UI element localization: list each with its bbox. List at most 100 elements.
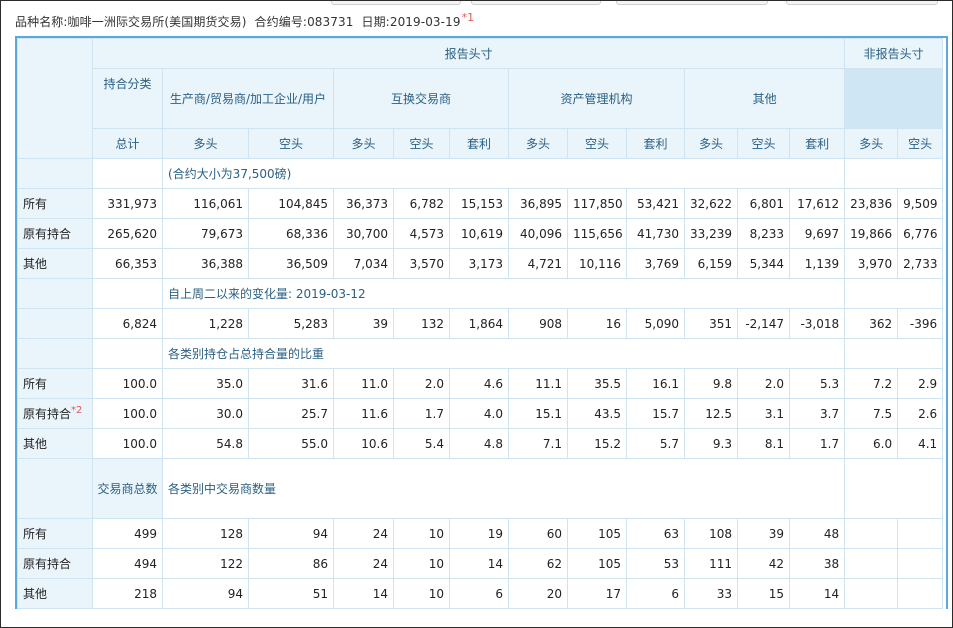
value-cell: 6,159 (684, 248, 738, 279)
value-cell: 100.0 (92, 368, 163, 399)
value-cell: 6,824 (92, 308, 163, 339)
value-cell: 265,620 (92, 218, 163, 249)
value-cell: 104,845 (248, 188, 334, 219)
value-cell: 7.1 (508, 428, 568, 459)
col-header-spread: 套利 (449, 128, 509, 159)
change-row: 6,824 1,228 5,283 39 132 1,864 908 16 5,090 351 -2… (17, 308, 944, 339)
value-cell: 62 (508, 548, 568, 579)
traders-row: 所有 499 128 94 24 10 19 60 105 63 108 39 48 (17, 518, 944, 549)
value-cell: 36,509 (248, 248, 334, 279)
row-label (17, 308, 93, 339)
value-cell: 32,622 (684, 188, 738, 219)
section-blank-right (844, 278, 944, 309)
value-cell: 1,139 (788, 248, 846, 279)
cot-table-wrapper: 报告头寸 非报告头寸 持合分类 生产商/贸易商/加工企业/用户 互换交易商 资产管理机构其… (15, 36, 948, 609)
value-cell: 4,721 (508, 248, 568, 279)
row-label-blank (17, 338, 93, 369)
value-cell: 9.8 (684, 368, 738, 399)
col-header-short: 空头 (248, 128, 334, 159)
section-blank (92, 158, 163, 189)
value-cell: 2.0 (737, 368, 790, 399)
position-row: 原有持合 265,620 79,673 68,336 30,700 4,573 10,619… (17, 218, 944, 249)
value-cell: 36,895 (508, 188, 568, 219)
tab-stub[interactable] (786, 1, 938, 5)
col-header-short: 空头 (567, 128, 627, 159)
col-header-spread: 套利 (788, 128, 846, 159)
value-cell: 54.8 (162, 428, 249, 459)
value-cell: 6 (626, 578, 685, 609)
contract-value: 083731 (307, 15, 354, 29)
traders-row: 其他 218 94 51 14 10 6 20 17 6 33 15 14 (17, 578, 944, 609)
value-cell: 35.0 (162, 368, 249, 399)
value-cell (897, 578, 944, 609)
nonreportable-blank (844, 68, 944, 129)
value-cell: 10 (393, 518, 450, 549)
reportable-header: 报告头寸 (91, 38, 846, 69)
value-cell: 33 (684, 578, 738, 609)
value-cell: 15,153 (449, 188, 509, 219)
traders-note-row-text: 各类别中交易商数量 (161, 458, 846, 519)
value-cell: 10,619 (449, 218, 509, 249)
col-header-short: 空头 (737, 128, 790, 159)
value-cell: 48 (788, 518, 846, 549)
traders-row: 原有持合 494 122 86 24 10 14 62 105 53 111 42 38 (17, 548, 944, 579)
tab-stub[interactable] (616, 1, 768, 5)
value-cell: 66,353 (92, 248, 163, 279)
col-header-spread: 套利 (626, 128, 685, 159)
value-cell: 6.0 (844, 428, 899, 459)
row-label: 其他 (17, 248, 93, 279)
value-cell: 218 (92, 578, 163, 609)
value-cell: 7,034 (333, 248, 394, 279)
value-cell: 36,373 (333, 188, 394, 219)
value-cell: 132 (393, 308, 450, 339)
value-cell: 5,344 (737, 248, 790, 279)
value-cell: 51 (248, 578, 334, 609)
col-header-long: 多头 (162, 128, 249, 159)
value-cell: 4.1 (897, 428, 944, 459)
value-cell: 7.5 (844, 398, 899, 429)
value-cell: 30.0 (162, 398, 249, 429)
value-cell: 38 (788, 548, 846, 579)
value-cell: 16 (567, 308, 627, 339)
value-cell: 31.6 (248, 368, 334, 399)
tab-stub[interactable] (331, 1, 461, 5)
value-cell: 24 (333, 548, 394, 579)
value-cell: 3,570 (393, 248, 450, 279)
value-cell: 20 (508, 578, 568, 609)
value-cell (844, 518, 899, 549)
value-cell: 39 (737, 518, 790, 549)
tab-stub[interactable] (471, 1, 601, 5)
value-cell: -396 (897, 308, 944, 339)
value-cell: -3,018 (788, 308, 846, 339)
value-cell: 351 (684, 308, 738, 339)
value-cell: 41,730 (626, 218, 685, 249)
value-cell: 10 (393, 548, 450, 579)
value-cell: 9,697 (788, 218, 846, 249)
section-blank-right (844, 158, 944, 189)
value-cell: 14 (333, 578, 394, 609)
value-cell: 11.6 (333, 398, 394, 429)
nonreportable-header: 非报告头寸 (844, 38, 944, 69)
value-cell: 100.0 (92, 428, 163, 459)
row-label: 原有持合*2 (17, 398, 93, 429)
value-cell: 11.1 (508, 368, 568, 399)
value-cell: 30,700 (333, 218, 394, 249)
value-cell: 3,769 (626, 248, 685, 279)
value-cell: 2.9 (897, 368, 944, 399)
footnote-mark[interactable]: *1 (462, 11, 475, 24)
value-cell: 60 (508, 518, 568, 549)
row-footnote-mark[interactable]: *2 (71, 405, 82, 416)
row-label: 其他 (17, 428, 93, 459)
value-cell: 19 (449, 518, 509, 549)
value-cell: 1.7 (788, 428, 846, 459)
value-cell: 36,388 (162, 248, 249, 279)
value-cell: 33,239 (684, 218, 738, 249)
date-label: 日期: (361, 15, 390, 29)
value-cell: 5.7 (626, 428, 685, 459)
value-cell: 128 (162, 518, 249, 549)
col-header-long: 多头 (844, 128, 899, 159)
value-cell: 53,421 (626, 188, 685, 219)
value-cell: 105 (567, 518, 627, 549)
date-value: 2019-03-19 (389, 15, 461, 29)
value-cell: 1,864 (449, 308, 509, 339)
